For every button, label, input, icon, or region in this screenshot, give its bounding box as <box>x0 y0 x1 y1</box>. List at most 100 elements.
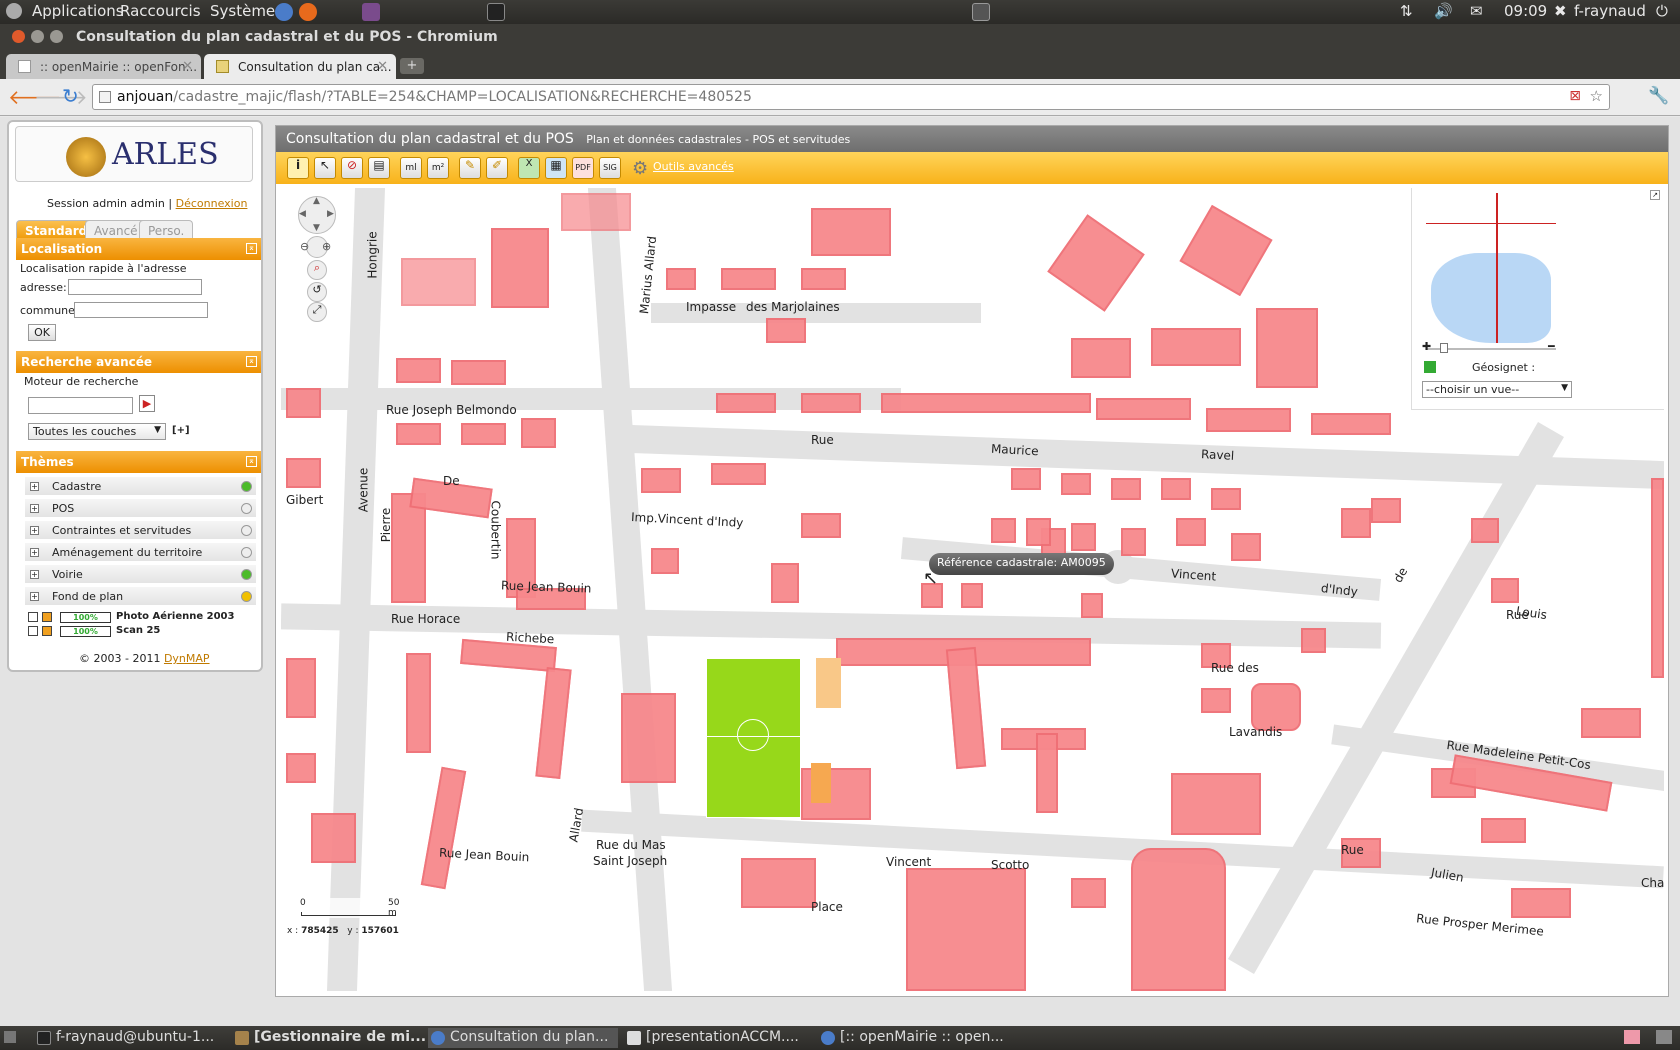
plus-icon[interactable]: + <box>30 504 39 513</box>
user-menu[interactable]: f-raynaud <box>1574 2 1646 20</box>
plus-icon[interactable]: + <box>30 592 39 601</box>
pan-down-icon[interactable]: ▼ <box>313 223 320 233</box>
monitor-launcher-icon[interactable] <box>362 3 380 21</box>
slider-minus-icon[interactable]: ━ <box>1548 340 1555 353</box>
geosignet-flag-icon[interactable] <box>1424 361 1436 373</box>
workspace-switcher-icon[interactable] <box>1624 1030 1640 1044</box>
annotate-tool-icon[interactable]: ✎ <box>459 157 481 179</box>
search-input[interactable] <box>28 397 133 414</box>
search-go-icon[interactable]: ▶ <box>139 395 155 412</box>
status-dot-icon[interactable] <box>241 481 252 492</box>
overview-map[interactable] <box>1426 193 1556 343</box>
menu-raccourcis[interactable]: Raccourcis <box>120 2 201 20</box>
export-sig-icon[interactable]: SIG <box>599 157 621 179</box>
collapse-icon[interactable]: ⌅ <box>246 243 257 254</box>
export-excel-icon[interactable]: X <box>518 157 540 179</box>
reload-icon[interactable]: ↻ <box>62 84 79 108</box>
expand-link[interactable]: [+] <box>172 425 190 436</box>
blocked-popup-icon[interactable]: ⊠ <box>1569 88 1581 104</box>
new-tab-button[interactable]: + <box>400 58 424 74</box>
task-chromium[interactable]: Consultation du plan... <box>428 1028 619 1048</box>
clear-selection-icon[interactable]: ⊘ <box>341 157 363 179</box>
tab-openmairie[interactable]: :: openMairie :: openFon... ✕ <box>6 54 201 79</box>
network-icon[interactable]: ⇅ <box>1400 2 1413 20</box>
collapse-icon[interactable]: ⌅ <box>246 456 257 467</box>
theme-cadastre[interactable]: + Cadastre <box>24 476 257 496</box>
address-bar[interactable]: anjouan/cadastre_majic/flash/?TABLE=254&… <box>92 84 1610 110</box>
forward-icon[interactable]: 🡒 <box>34 85 88 109</box>
theme-voirie[interactable]: + Voirie <box>24 564 257 584</box>
measure-length-icon[interactable]: ml <box>400 157 422 179</box>
status-dot-icon[interactable] <box>241 569 252 580</box>
full-extent-icon[interactable]: ⤢ <box>307 302 327 322</box>
logout-link[interactable]: Déconnexion <box>176 197 248 210</box>
status-dot-icon[interactable] <box>241 591 252 602</box>
advanced-tools-gear-icon[interactable]: ⚙ <box>632 158 648 179</box>
screenshot-icon[interactable] <box>972 3 990 21</box>
collapse-overview-icon[interactable]: ↗ <box>1650 190 1660 200</box>
status-dot-icon[interactable] <box>241 525 252 536</box>
close-tab-icon[interactable]: ✕ <box>182 59 193 74</box>
opacity-control[interactable]: 100% <box>60 612 111 623</box>
plus-icon[interactable]: + <box>30 482 39 491</box>
pan-up-icon[interactable]: ▲ <box>313 196 320 206</box>
slider-plus-icon[interactable]: ✚ <box>1422 340 1431 353</box>
undo-view-icon[interactable]: ↺ <box>307 282 327 302</box>
close-window-button[interactable] <box>12 30 25 43</box>
advanced-search-header[interactable]: Recherche avancée ⌅ <box>16 351 261 373</box>
measure-area-icon[interactable]: m² <box>427 157 449 179</box>
localisation-header[interactable]: Localisation ⌅ <box>16 238 261 260</box>
collapse-icon[interactable]: ⌅ <box>246 356 257 367</box>
view-select[interactable]: --choisir un vue-- ▼ <box>1422 381 1572 398</box>
dynmap-link[interactable]: DynMAP <box>164 652 210 665</box>
select-tool-icon[interactable]: ↖ <box>314 157 336 179</box>
task-terminal[interactable]: f-raynaud@ubuntu-1... <box>34 1028 214 1048</box>
plus-icon[interactable]: + <box>30 526 39 535</box>
task-presentation[interactable]: [presentationACCM.... <box>624 1028 799 1048</box>
wrench-icon[interactable]: 🔧 <box>1648 86 1669 106</box>
export-image-icon[interactable]: ▦ <box>545 157 567 179</box>
table-tool-icon[interactable]: ▤ <box>368 157 390 179</box>
address-input[interactable] <box>68 279 202 295</box>
zoom-box-icon[interactable]: ⌕ <box>307 260 327 280</box>
pan-right-icon[interactable]: ▶ <box>327 209 334 219</box>
advanced-tools-link[interactable]: Outils avancés <box>653 160 734 173</box>
info-tool-icon[interactable]: i <box>287 157 309 179</box>
menu-systeme[interactable]: Système <box>210 2 275 20</box>
plus-icon[interactable]: + <box>30 548 39 557</box>
layer-checkbox[interactable] <box>28 612 38 622</box>
minimize-window-button[interactable] <box>31 30 44 43</box>
power-icon[interactable]: ⏻ <box>1656 2 1668 20</box>
slider-thumb[interactable] <box>1440 343 1448 353</box>
ubuntu-logo-icon[interactable] <box>6 3 22 19</box>
bookmark-star-icon[interactable]: ☆ <box>1590 87 1603 105</box>
task-openmairie[interactable]: [:: openMairie :: open... <box>818 1028 1004 1048</box>
export-pdf-icon[interactable]: PDF <box>572 157 594 179</box>
menu-applications[interactable]: Applications <box>32 2 124 20</box>
firefox-launcher-icon[interactable] <box>299 3 317 21</box>
show-desktop-icon[interactable] <box>4 1031 16 1043</box>
volume-icon[interactable]: 🔊 <box>1434 2 1453 20</box>
theme-pos[interactable]: + POS <box>24 498 257 518</box>
plus-icon[interactable]: + <box>30 570 39 579</box>
tab-consultation[interactable]: Consultation du plan ca... ✕ <box>204 54 396 79</box>
status-dot-icon[interactable] <box>241 503 252 514</box>
themes-header[interactable]: Thèmes ⌅ <box>16 451 261 473</box>
opacity-control[interactable]: 100% <box>60 626 111 637</box>
terminal-launcher-icon[interactable] <box>487 3 505 21</box>
zoom-in-icon[interactable]: ⊕ <box>322 240 331 253</box>
cadastral-map[interactable]: Impasse des Marjolaines Rue Joseph Belmo… <box>281 188 1664 991</box>
chromium-launcher-icon[interactable] <box>275 3 293 21</box>
layers-select[interactable]: Toutes les couches ▼ <box>28 423 166 440</box>
edit-tool-icon[interactable]: ✐ <box>486 157 508 179</box>
mail-icon[interactable]: ✉ <box>1470 2 1483 20</box>
commune-input[interactable] <box>74 302 208 318</box>
zoom-out-icon[interactable]: ⊖ <box>300 240 309 253</box>
status-dot-icon[interactable] <box>241 547 252 558</box>
pan-left-icon[interactable]: ◀ <box>299 209 306 219</box>
ok-button[interactable]: OK <box>28 324 56 341</box>
layer-checkbox[interactable] <box>28 626 38 636</box>
maximize-window-button[interactable] <box>50 30 63 43</box>
theme-contraintes[interactable]: + Contraintes et servitudes <box>24 520 257 540</box>
close-tab-icon[interactable]: ✕ <box>377 59 388 74</box>
